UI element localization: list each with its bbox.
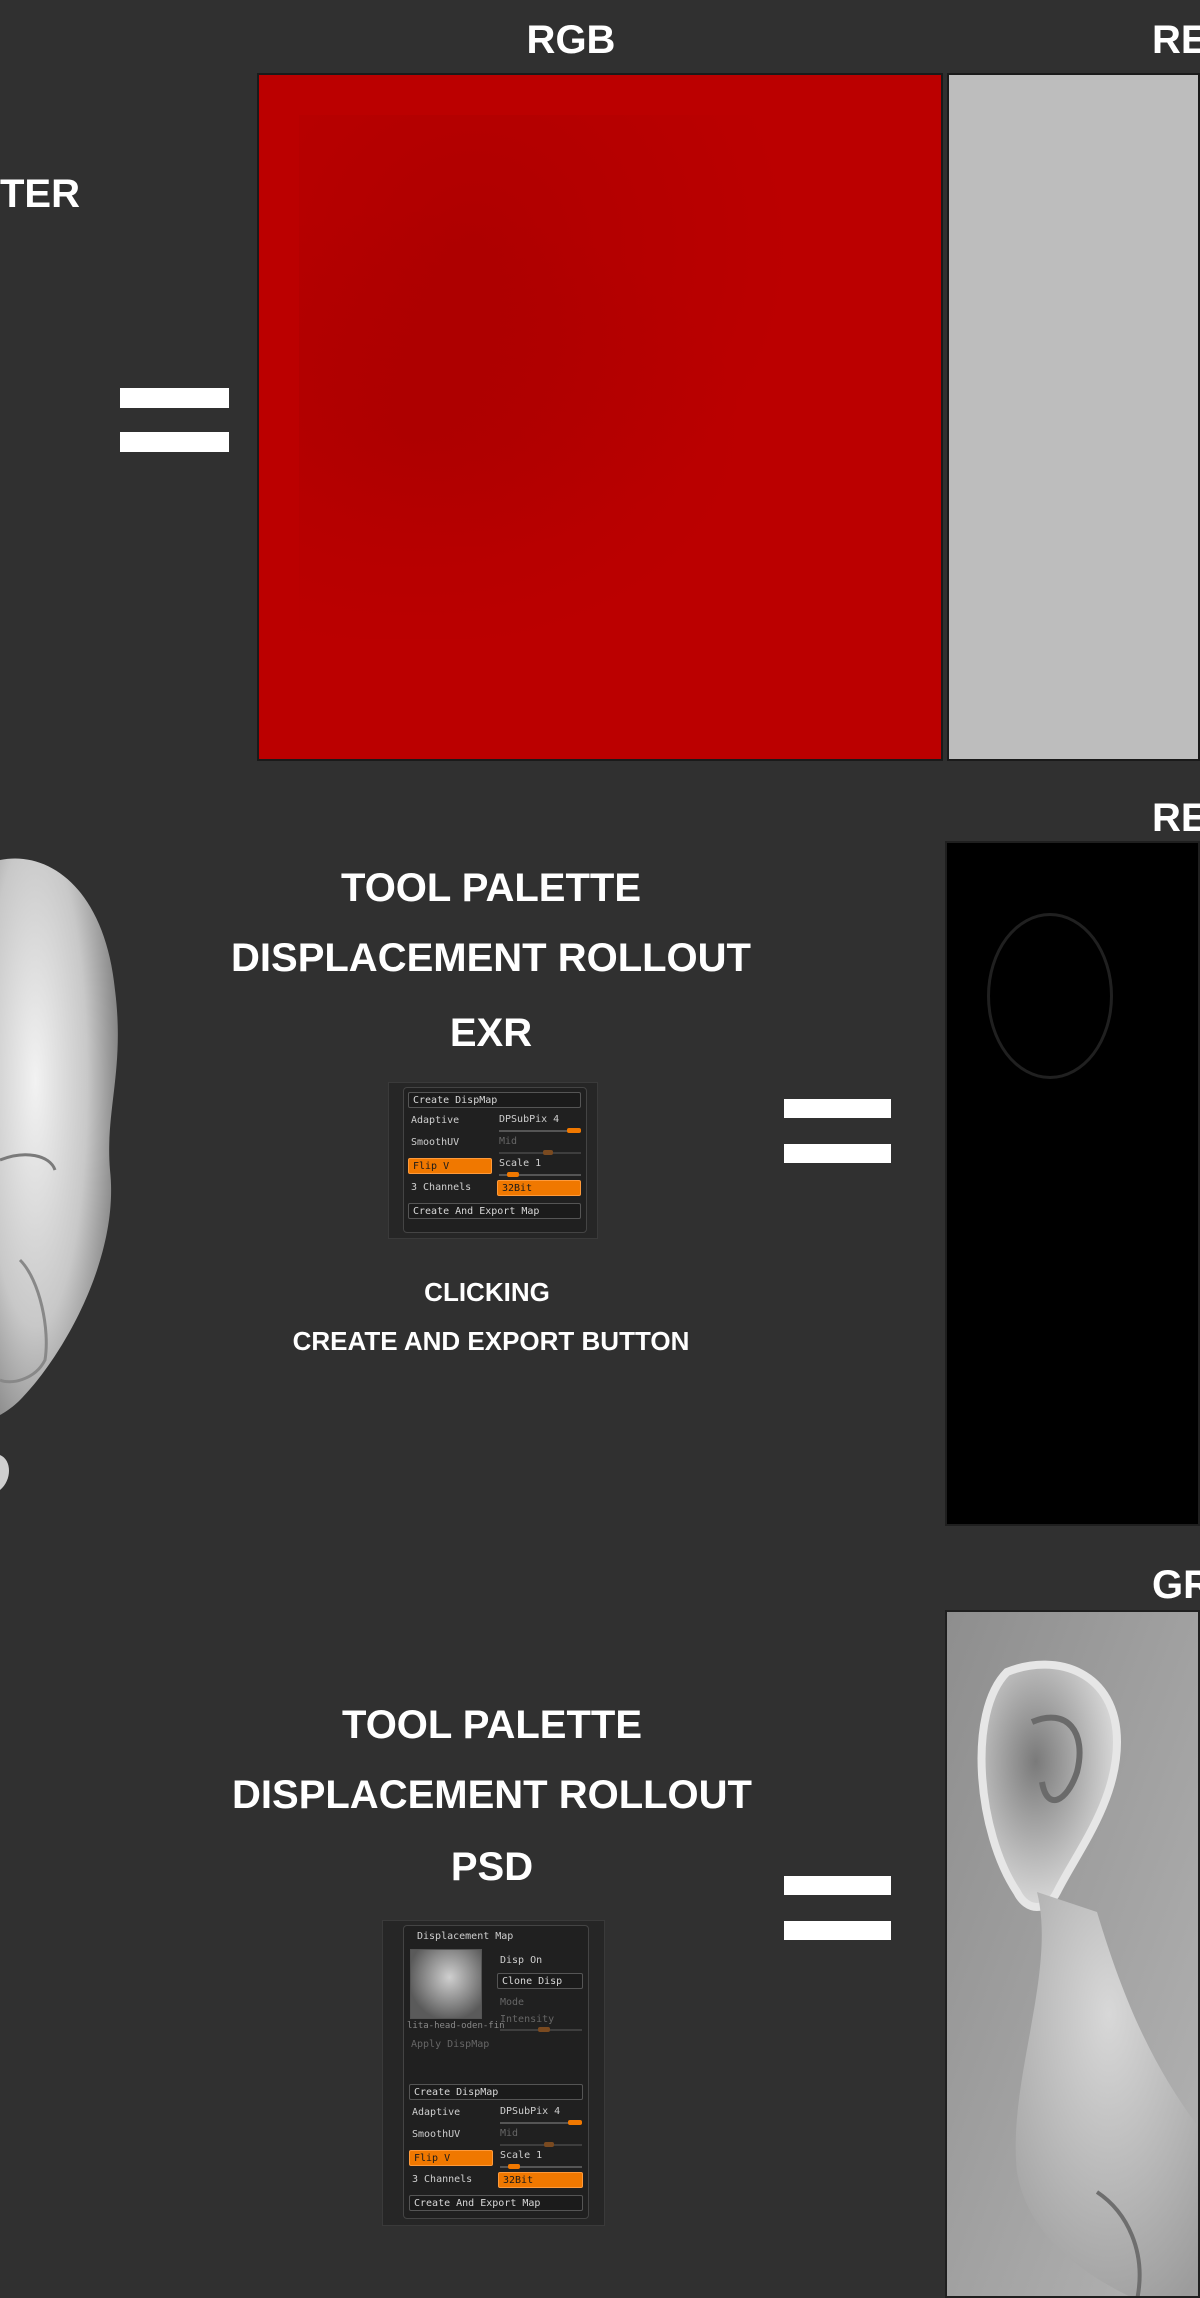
psd-displacement-panel: Displacement Map lita-head-oden-fin Disp…: [382, 1920, 605, 2226]
equals-sign-top: [120, 388, 229, 452]
heading-ter: TER: [0, 172, 80, 216]
channels-toggle[interactable]: 3 Channels: [412, 2173, 472, 2186]
exr-caption-line1: CLICKING: [424, 1277, 550, 1307]
ear-render-icon: [947, 1612, 1198, 2296]
psd-heading-line1: TOOL PALETTE: [341, 1703, 643, 1747]
psd-heading-line3: PSD: [450, 1845, 534, 1889]
displacement-thumbnail[interactable]: [410, 1949, 482, 2019]
intensity-slider-knob[interactable]: [538, 2027, 550, 2032]
create-dispmap-button[interactable]: Create DispMap: [409, 2084, 583, 2100]
exr-heading-line3: EXR: [449, 1011, 533, 1055]
smoothuv-toggle[interactable]: SmoothUV: [412, 2128, 460, 2141]
mid-slider-label: Mid: [499, 1136, 518, 1147]
thumbnail-caption: lita-head-oden-fin: [407, 2021, 505, 2031]
heading-red-top: RE: [1152, 18, 1200, 62]
equals-sign-middle: [784, 1099, 891, 1163]
mid-slider[interactable]: [499, 1152, 581, 1154]
flip-v-button[interactable]: Flip V: [408, 1158, 492, 1174]
dpsubpix-slider-label: DPSubPix 4: [500, 2106, 561, 2117]
create-dispmap-button[interactable]: Create DispMap: [408, 1092, 581, 1108]
disp-on-toggle[interactable]: Disp On: [500, 1954, 542, 1967]
exr-red-channel-map-black: [945, 841, 1200, 1526]
head-render: [0, 840, 130, 1490]
mode-toggle[interactable]: Mode: [500, 1996, 524, 2009]
dpsubpix-slider-knob[interactable]: [567, 1128, 581, 1133]
32bit-button[interactable]: 32Bit: [498, 2172, 583, 2188]
exr-heading-line1: TOOL PALETTE: [340, 866, 642, 910]
apply-dispmap-button[interactable]: Apply DispMap: [411, 2038, 489, 2051]
psd-heading-line2: DISPLACEMENT ROLLOUT: [232, 1773, 752, 1817]
mid-slider[interactable]: [500, 2144, 582, 2146]
scale-slider-label: Scale 1: [500, 2150, 543, 2161]
channels-toggle[interactable]: 3 Channels: [411, 1181, 471, 1194]
mid-slider-label: Mid: [500, 2128, 519, 2139]
mid-slider-knob[interactable]: [543, 1150, 553, 1155]
grey-ear-render: [945, 1610, 1200, 2298]
equals-sign-bottom: [784, 1876, 891, 1940]
heading-red-mid: RE: [1152, 796, 1200, 840]
displacement-map-title[interactable]: Displacement Map: [417, 1930, 513, 1943]
heading-gr: GR: [1152, 1563, 1200, 1607]
smoothuv-toggle[interactable]: SmoothUV: [411, 1136, 459, 1149]
clone-disp-button[interactable]: Clone Disp: [497, 1973, 583, 1989]
exr-heading-line2: DISPLACEMENT ROLLOUT: [231, 936, 751, 980]
32bit-button[interactable]: 32Bit: [497, 1180, 581, 1196]
sculpted-head-icon: [0, 858, 118, 1490]
adaptive-toggle[interactable]: Adaptive: [411, 1114, 459, 1127]
red-channel-map-grey: [947, 73, 1200, 761]
scale-slider-knob[interactable]: [508, 2164, 520, 2169]
create-and-export-map-button[interactable]: Create And Export Map: [408, 1203, 581, 1219]
mid-slider-knob[interactable]: [544, 2142, 554, 2147]
exr-caption-line2: CREATE AND EXPORT BUTTON: [292, 1326, 690, 1356]
flip-v-button[interactable]: Flip V: [409, 2150, 493, 2166]
adaptive-toggle[interactable]: Adaptive: [412, 2106, 460, 2119]
rgb-displacement-map-red: [257, 73, 943, 761]
dpsubpix-slider-knob[interactable]: [568, 2120, 582, 2125]
dpsubpix-slider-label: DPSubPix 4: [499, 1114, 560, 1125]
heading-rgb: RGB: [526, 18, 616, 62]
scale-slider-label: Scale 1: [499, 1158, 542, 1169]
intensity-slider-label: Intensity: [500, 2014, 555, 2025]
create-and-export-map-button[interactable]: Create And Export Map: [409, 2195, 583, 2211]
exr-displacement-panel: Create DispMap Adaptive DPSubPix 4 Smoot…: [388, 1082, 598, 1239]
scale-slider-knob[interactable]: [507, 1172, 519, 1177]
